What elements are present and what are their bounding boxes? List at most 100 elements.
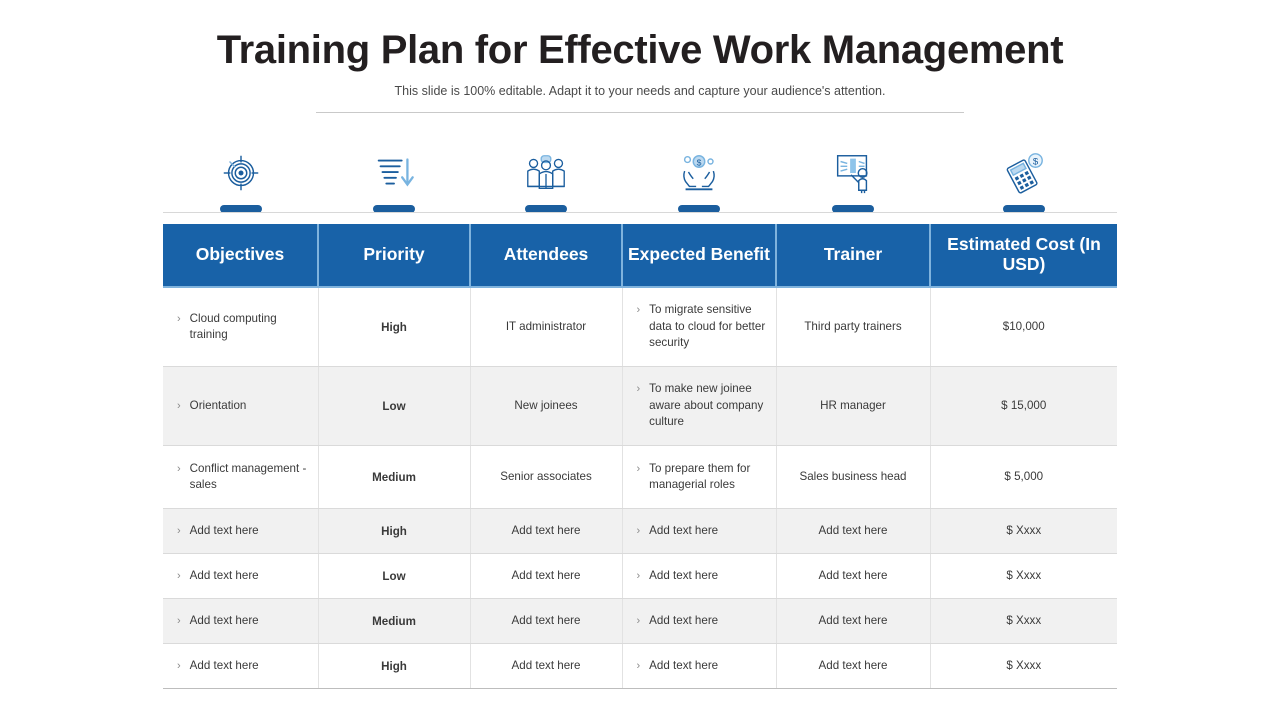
cell-expected-benefit-text: Add text here	[649, 523, 719, 537]
cell-estimated-cost[interactable]: $ Xxxx	[930, 508, 1117, 554]
cell-trainer[interactable]: Add text here	[776, 508, 931, 554]
icon-cell-trainer	[776, 143, 930, 213]
cell-trainer-text: Add text here	[818, 658, 888, 672]
cell-trainer[interactable]: Add text here	[776, 553, 931, 599]
cell-objective[interactable]: › Add text here	[163, 508, 319, 554]
cell-priority-low[interactable]: Low	[318, 366, 471, 446]
cell-trainer-text: Sales business head	[799, 469, 907, 483]
table-row: › Add text here High Add text here › Add text…	[163, 508, 1117, 554]
cell-expected-benefit[interactable]: › Add text here	[622, 553, 777, 599]
chevron-right-icon: ›	[636, 659, 641, 672]
cell-expected-benefit-text: To prepare them for managerial roles	[649, 461, 751, 491]
cell-objective[interactable]: › Add text here	[163, 553, 319, 599]
cell-attendees[interactable]: Add text here	[470, 508, 623, 554]
chevron-right-icon: ›	[177, 399, 181, 412]
cell-objective-text: Cloud computing training	[189, 311, 277, 341]
chevron-right-icon: ›	[636, 304, 641, 317]
table-row: › Add text here High Add text here › Add text…	[163, 643, 1117, 689]
trainer-presentation-board-icon	[830, 147, 876, 199]
cell-objective[interactable]: › Add text here	[163, 643, 319, 689]
table-row: › Orientation Low New joinees › To make new j…	[163, 366, 1117, 446]
column-header-attendees[interactable]: Attendees	[470, 224, 623, 288]
cell-trainer-text: Add text here	[818, 613, 888, 627]
table-header-row: Objectives Priority Attendees Expected B…	[163, 224, 1117, 288]
table-body: › Cloud computing training High IT administ…	[163, 287, 1117, 689]
cell-estimated-cost-text: $ 15,000	[1001, 398, 1047, 412]
column-header-priority[interactable]: Priority	[318, 224, 471, 288]
cell-estimated-cost-text: $ Xxxx	[1006, 658, 1042, 672]
cell-estimated-cost[interactable]: $ 5,000	[930, 445, 1117, 509]
cell-trainer[interactable]: Add text here	[776, 643, 931, 689]
cell-expected-benefit[interactable]: › To migrate sensitive data to cloud for …	[622, 287, 777, 367]
cell-trainer[interactable]: HR manager	[776, 366, 931, 446]
cell-expected-benefit[interactable]: › To prepare them for managerial roles	[622, 445, 777, 509]
header-divider	[316, 111, 964, 113]
icon-strip-baseline	[163, 212, 1117, 213]
cell-objective-text: Add text here	[189, 523, 259, 537]
cell-expected-benefit[interactable]: › Add text here	[622, 643, 777, 689]
page-subtitle: This slide is 100% editable. Adapt it to…	[394, 83, 886, 98]
cell-attendees[interactable]: New joinees	[470, 366, 623, 446]
cell-estimated-cost[interactable]: $ Xxxx	[930, 553, 1117, 599]
chevron-right-icon: ›	[177, 462, 181, 475]
cell-expected-benefit[interactable]: › To make new joinee aware about company …	[622, 366, 777, 446]
chevron-right-icon: ›	[177, 312, 181, 325]
cell-objective[interactable]: › Add text here	[163, 598, 319, 644]
hands-holding-money-icon: $	[676, 147, 722, 199]
cell-priority-high[interactable]: High	[318, 643, 471, 689]
cell-priority-low[interactable]: Low	[318, 553, 471, 599]
cell-trainer[interactable]: Third party trainers	[776, 287, 931, 367]
cell-estimated-cost-text: $ Xxxx	[1006, 613, 1042, 627]
cell-trainer[interactable]: Sales business head	[776, 445, 931, 509]
icon-cell-objectives	[163, 143, 318, 213]
cell-attendees[interactable]: Add text here	[470, 598, 623, 644]
calculator-dollar-icon: $	[1001, 147, 1047, 199]
cell-priority-high[interactable]: High	[318, 508, 471, 554]
cell-attendees-text: Senior associates	[500, 469, 592, 483]
cell-trainer-text: HR manager	[820, 398, 886, 412]
training-plan-table: Objectives Priority Attendees Expected B…	[163, 224, 1117, 689]
cell-objective-text: Add text here	[189, 658, 259, 672]
chevron-right-icon: ›	[636, 462, 641, 475]
column-header-expected-benefit[interactable]: Expected Benefit	[622, 224, 777, 288]
cell-attendees-text: Add text here	[511, 523, 581, 537]
svg-text:$: $	[1032, 156, 1038, 167]
cell-objective-text: Orientation	[189, 398, 247, 412]
cell-expected-benefit-text: Add text here	[649, 613, 719, 627]
column-header-estimated-cost[interactable]: Estimated Cost (In USD)	[930, 224, 1117, 288]
cell-attendees[interactable]: Add text here	[470, 643, 623, 689]
slide-header: Training Plan for Effective Work Managem…	[0, 0, 1280, 113]
cell-objective-text: Add text here	[189, 568, 259, 582]
column-header-trainer[interactable]: Trainer	[776, 224, 931, 288]
cell-expected-benefit-text: Add text here	[649, 568, 719, 582]
table-row: › Add text here Medium Add text here › Add te…	[163, 598, 1117, 644]
cell-trainer[interactable]: Add text here	[776, 598, 931, 644]
cell-estimated-cost[interactable]: $10,000	[930, 287, 1117, 367]
cell-attendees[interactable]: Add text here	[470, 553, 623, 599]
cell-attendees[interactable]: Senior associates	[470, 445, 623, 509]
cell-attendees[interactable]: IT administrator	[470, 287, 623, 367]
cell-objective[interactable]: › Cloud computing training	[163, 287, 319, 367]
cell-objective-text: Add text here	[189, 613, 259, 627]
cell-attendees-text: Add text here	[511, 613, 581, 627]
target-icon	[218, 147, 264, 199]
cell-priority-high[interactable]: High	[318, 287, 471, 367]
cell-priority-medium[interactable]: Medium	[318, 598, 471, 644]
cell-objective-text: Conflict management - sales	[189, 461, 307, 491]
cell-estimated-cost[interactable]: $ 15,000	[930, 366, 1117, 446]
column-header-objectives[interactable]: Objectives	[163, 224, 319, 288]
chevron-right-icon: ›	[177, 524, 181, 537]
cell-estimated-cost[interactable]: $ Xxxx	[930, 643, 1117, 689]
cell-priority-medium[interactable]: Medium	[318, 445, 471, 509]
icon-cell-expected-benefit: $	[622, 143, 776, 213]
cell-objective[interactable]: › Orientation	[163, 366, 319, 446]
cell-expected-benefit[interactable]: › Add text here	[622, 598, 777, 644]
cell-objective[interactable]: › Conflict management - sales	[163, 445, 319, 509]
table-row: › Conflict management - sales Medium Senior…	[163, 445, 1117, 509]
cell-estimated-cost[interactable]: $ Xxxx	[930, 598, 1117, 644]
cell-expected-benefit-text: Add text here	[649, 658, 719, 672]
icon-cell-estimated-cost: $	[930, 143, 1117, 213]
chevron-right-icon: ›	[636, 524, 641, 537]
cell-expected-benefit[interactable]: › Add text here	[622, 508, 777, 554]
chevron-right-icon: ›	[636, 569, 641, 582]
